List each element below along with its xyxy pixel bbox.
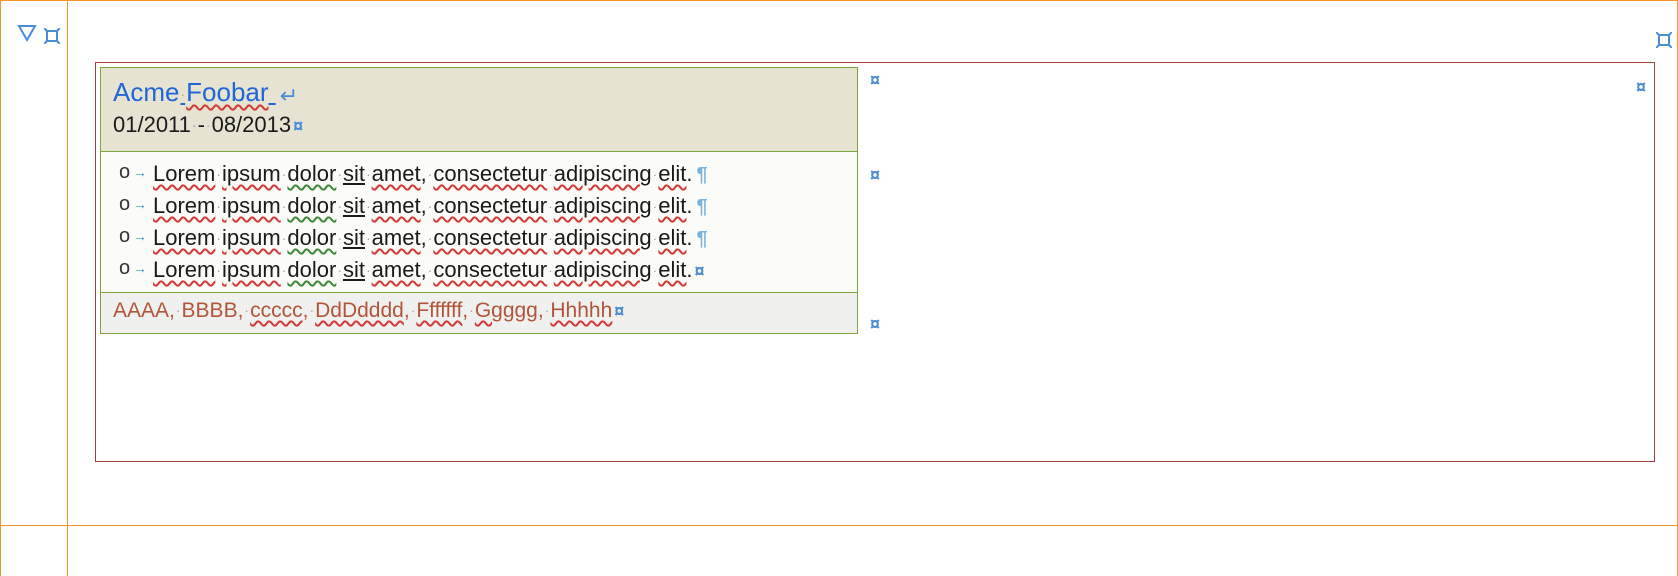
pilcrow-mark-icon: ¶ bbox=[697, 164, 708, 186]
cell-end-mark-icon: ¤ bbox=[1636, 77, 1646, 97]
cell-end-mark-icon: ¤ bbox=[695, 261, 705, 281]
cell-end-mark-icon bbox=[1656, 28, 1672, 54]
outer-table-cell-end: ¤ bbox=[1634, 73, 1646, 99]
margin-rule-bottom bbox=[0, 525, 1678, 526]
outline-collapse-toggle[interactable] bbox=[17, 24, 37, 42]
bullets-row[interactable]: →Lorem·ipsum·dolor·sit·amet,·consectetur… bbox=[101, 152, 857, 293]
cell-end-mark-icon: ¤ bbox=[870, 70, 880, 91]
margin-rule-top bbox=[0, 0, 1678, 1]
tab-mark-icon: → bbox=[133, 226, 147, 246]
tab-mark-icon: → bbox=[133, 162, 147, 182]
cell-end-mark-icon: ¤ bbox=[614, 301, 624, 321]
tab-mark-icon: → bbox=[133, 258, 147, 278]
date-range[interactable]: 01/2011·-·08/2013 bbox=[113, 112, 291, 137]
margin-rule-left bbox=[0, 0, 1, 576]
tab-mark-icon: → bbox=[133, 194, 147, 214]
list-item[interactable]: →Lorem·ipsum·dolor·sit·amet,·consectetur… bbox=[119, 190, 851, 222]
pilcrow-mark-icon: ¶ bbox=[697, 228, 708, 250]
pilcrow-mark-icon: ¶ bbox=[697, 196, 708, 218]
cell-end-mark-icon: ¤ bbox=[870, 314, 880, 335]
bullet-list[interactable]: →Lorem·ipsum·dolor·sit·amet,·consectetur… bbox=[113, 158, 851, 286]
list-item[interactable]: →Lorem·ipsum·dolor·sit·amet,·consectetur… bbox=[119, 222, 851, 254]
tags-row[interactable]: AAAA,·BBBB,·ccccc,·DdDdddd,·Fffffff,·Ggg… bbox=[101, 293, 857, 333]
list-item[interactable]: →Lorem·ipsum·dolor·sit·amet,·consectetur… bbox=[119, 254, 851, 286]
company-link[interactable]: Acme·Foobar bbox=[113, 77, 276, 107]
header-row[interactable]: Acme·Foobar ↵ 01/2011·-·08/2013¤ bbox=[101, 68, 857, 152]
margin-rule-gutter bbox=[67, 0, 68, 576]
line-break-mark-icon: ↵ bbox=[280, 83, 298, 108]
cell-end-mark-icon: ¤ bbox=[293, 116, 303, 136]
company-link-text: Acme·Foobar bbox=[113, 77, 269, 107]
outer-table-col2[interactable]: ¤ ¤ ¤ bbox=[866, 66, 880, 335]
cell-end-mark-icon: ¤ bbox=[870, 165, 880, 186]
cell-end-mark-icon bbox=[44, 24, 60, 50]
list-item[interactable]: →Lorem·ipsum·dolor·sit·amet,·consectetur… bbox=[119, 158, 851, 190]
tags-text[interactable]: AAAA,·BBBB,·ccccc,·DdDdddd,·Fffffff,·Ggg… bbox=[113, 299, 612, 322]
inner-table[interactable]: Acme·Foobar ↵ 01/2011·-·08/2013¤ →Lorem·… bbox=[100, 67, 858, 334]
outer-table[interactable]: Acme·Foobar ↵ 01/2011·-·08/2013¤ →Lorem·… bbox=[95, 62, 1655, 462]
